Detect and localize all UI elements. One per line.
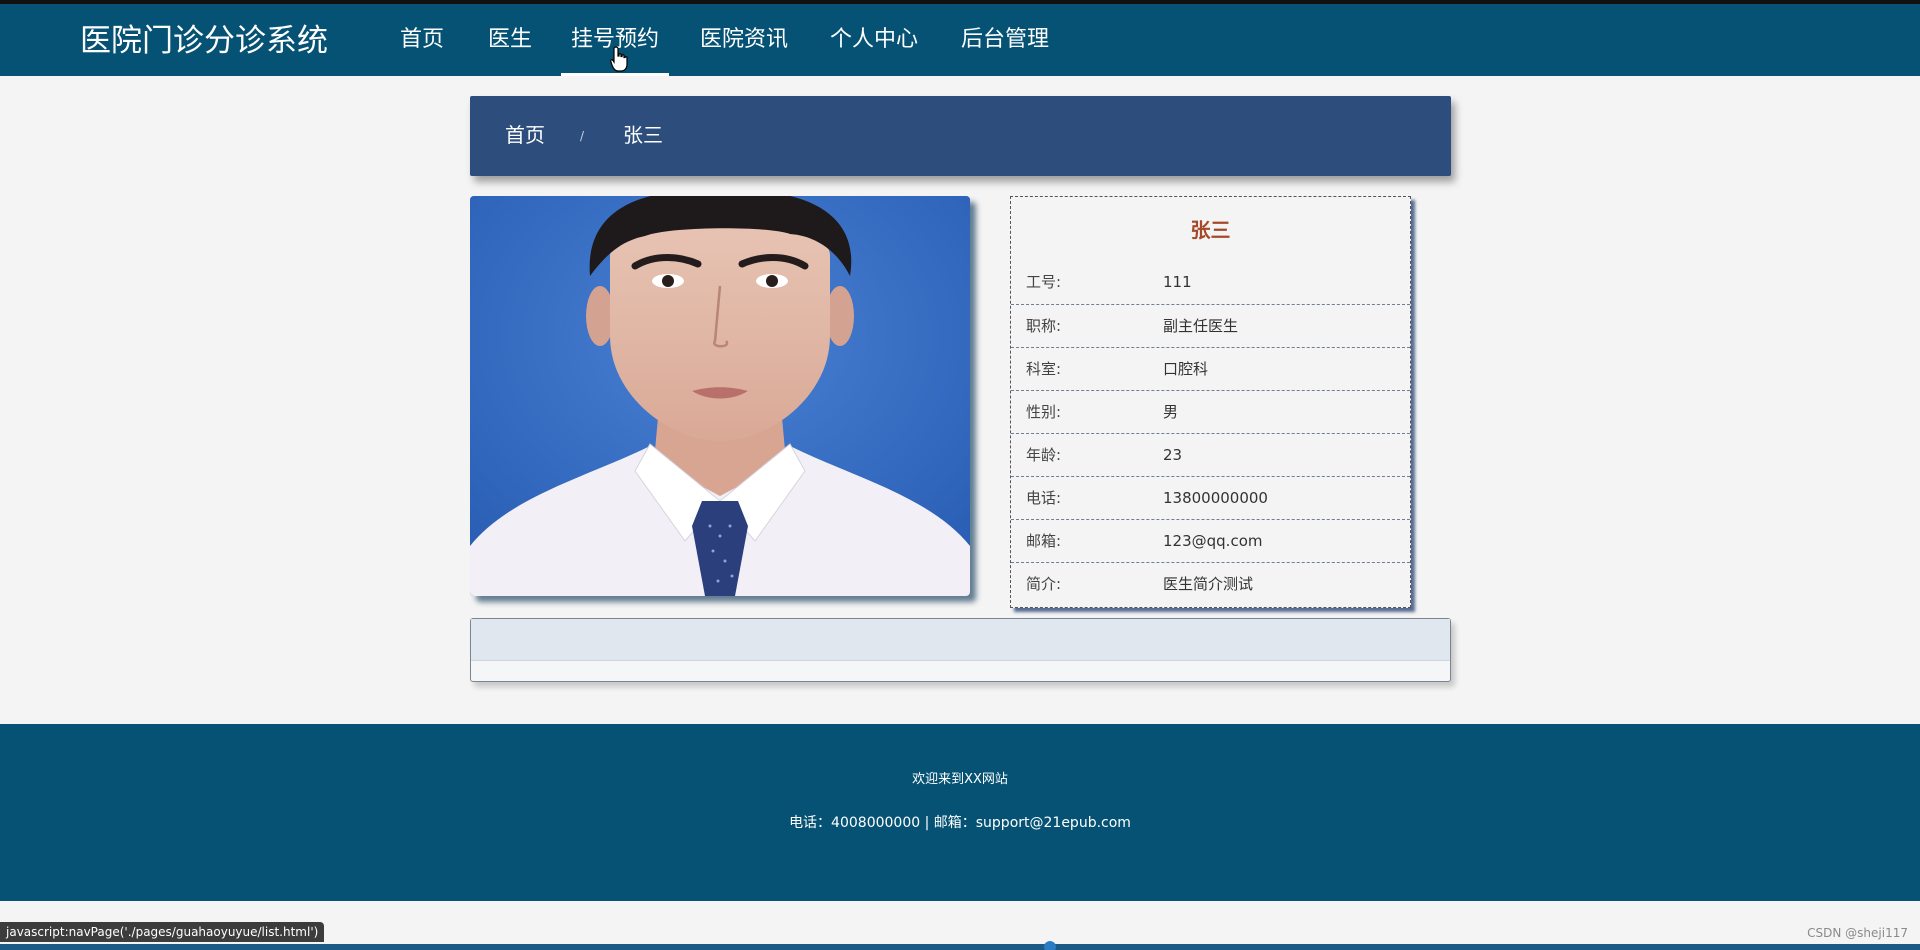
details-panel-header [471, 619, 1450, 661]
info-row-department: 科室: 口腔科 [1011, 347, 1410, 391]
browser-status-url: javascript:navPage('./pages/guahaoyuyue/… [0, 922, 325, 942]
info-row-email: 邮箱: 123@qq.com [1011, 519, 1410, 563]
site-brand[interactable]: 医院门诊分诊系统 [80, 21, 328, 61]
breadcrumb-separator: / [580, 129, 585, 143]
info-label: 工号: [1026, 273, 1062, 291]
info-label: 性别: [1026, 403, 1062, 421]
info-row-gender: 性别: 男 [1011, 390, 1410, 434]
doctor-photo [470, 196, 970, 596]
info-value: 副主任医生 [1163, 317, 1239, 335]
info-row-intro: 简介: 医生简介测试 [1011, 562, 1410, 606]
nav-item-hospital-news[interactable]: 医院资讯 [700, 4, 788, 76]
browser-bottom-bar [0, 944, 1920, 950]
info-value: 医生简介测试 [1163, 575, 1254, 593]
nav-item-admin[interactable]: 后台管理 [961, 4, 1049, 76]
breadcrumb: 首页 / 张三 [470, 96, 1451, 176]
top-navbar: 医院门诊分诊系统 首页 医生 挂号预约 医院资讯 个人中心 后台管理 [0, 4, 1920, 76]
info-row-title: 职称: 副主任医生 [1011, 304, 1410, 348]
footer-contact: 电话：4008000000 | 邮箱：support@21epub.com [789, 815, 1131, 831]
info-label: 电话: [1026, 489, 1062, 507]
doctor-portrait-image [470, 196, 970, 596]
doctor-info-card: 张三 工号: 111 职称: 副主任医生 科室: 口腔科 性别: 男 年龄: 2… [1010, 196, 1411, 608]
nav-item-doctors[interactable]: 医生 [488, 4, 532, 76]
info-value: 13800000000 [1163, 489, 1268, 507]
info-row-phone: 电话: 13800000000 [1011, 476, 1410, 520]
nav-item-personal-center[interactable]: 个人中心 [830, 4, 918, 76]
footer-welcome: 欢迎来到XX网站 [912, 772, 1008, 787]
doctor-name: 张三 [1190, 218, 1231, 242]
info-label: 邮箱: [1026, 532, 1062, 550]
progress-thumb[interactable] [1044, 941, 1056, 950]
info-value: 123@qq.com [1163, 532, 1263, 550]
details-panel [470, 618, 1451, 682]
info-value: 111 [1163, 273, 1192, 291]
nav-item-home[interactable]: 首页 [400, 4, 444, 76]
info-value: 口腔科 [1163, 360, 1209, 378]
info-label: 简介: [1026, 575, 1062, 593]
breadcrumb-home[interactable]: 首页 [505, 120, 545, 150]
info-value: 男 [1163, 403, 1179, 421]
breadcrumb-current: 张三 [623, 123, 663, 147]
info-label: 年龄: [1026, 446, 1062, 464]
site-footer: 欢迎来到XX网站 电话：4008000000 | 邮箱：support@21ep… [0, 724, 1920, 901]
info-row-job-number: 工号: 111 [1011, 261, 1410, 304]
info-label: 科室: [1026, 360, 1062, 378]
hand-cursor-icon [610, 46, 628, 72]
info-row-age: 年龄: 23 [1011, 433, 1410, 477]
info-label: 职称: [1026, 317, 1062, 335]
info-value: 23 [1163, 446, 1183, 464]
csdn-watermark: CSDN @sheji117 [1807, 926, 1908, 940]
